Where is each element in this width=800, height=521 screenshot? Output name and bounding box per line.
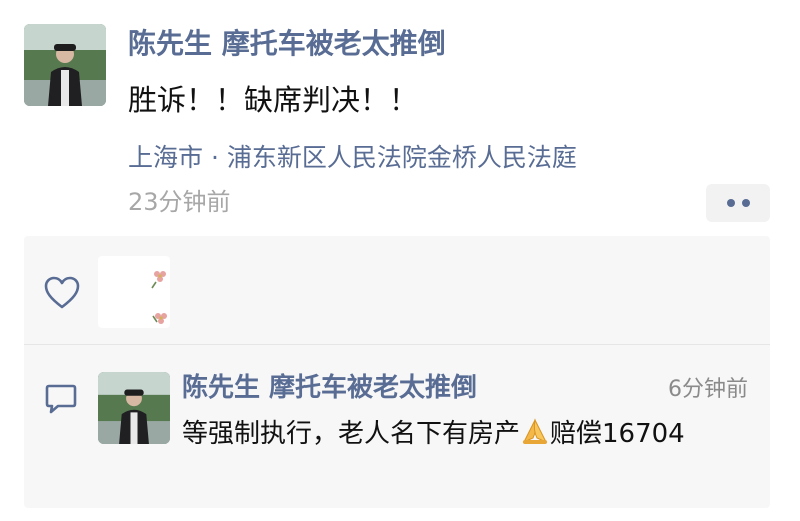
comment-author-name[interactable]: 陈先生 摩托车被老太推倒 bbox=[182, 370, 477, 406]
post-location[interactable]: 上海市 · 浦东新区人民法院金桥人民法庭 bbox=[128, 140, 577, 176]
more-dot-icon bbox=[726, 199, 735, 207]
panel-divider bbox=[24, 344, 770, 345]
comment-bubble-icon[interactable] bbox=[44, 384, 78, 416]
commenter-avatar[interactable] bbox=[98, 372, 170, 444]
more-options-button[interactable] bbox=[706, 184, 770, 222]
avatar-image bbox=[24, 24, 106, 106]
post-content: 胜诉！！缺席判决！！ bbox=[128, 83, 419, 117]
author-avatar[interactable] bbox=[24, 24, 106, 106]
avatar-image bbox=[98, 372, 170, 444]
liker-avatar[interactable] bbox=[98, 256, 170, 328]
comment-text: 等强制执行，老人名下有房产 赔偿16704 bbox=[182, 416, 742, 452]
post-time: 23分钟前 bbox=[128, 188, 231, 216]
post-author-name[interactable]: 陈先生 摩托车被老太推倒 bbox=[128, 24, 446, 64]
comment-time: 6分钟前 bbox=[668, 377, 748, 402]
interaction-panel: 陈先生 摩托车被老太推倒 6分钟前 等强制执行，老人名下有房产 赔偿16704 bbox=[24, 236, 770, 508]
comment-text-part: 赔偿16704 bbox=[550, 419, 685, 449]
comment-text-part: 等强制执行，老人名下有房产 bbox=[182, 419, 521, 449]
more-dot-icon bbox=[741, 199, 750, 207]
heart-outline-icon[interactable] bbox=[44, 276, 80, 310]
flower-image bbox=[151, 271, 167, 324]
praying-hands-icon bbox=[522, 418, 548, 444]
